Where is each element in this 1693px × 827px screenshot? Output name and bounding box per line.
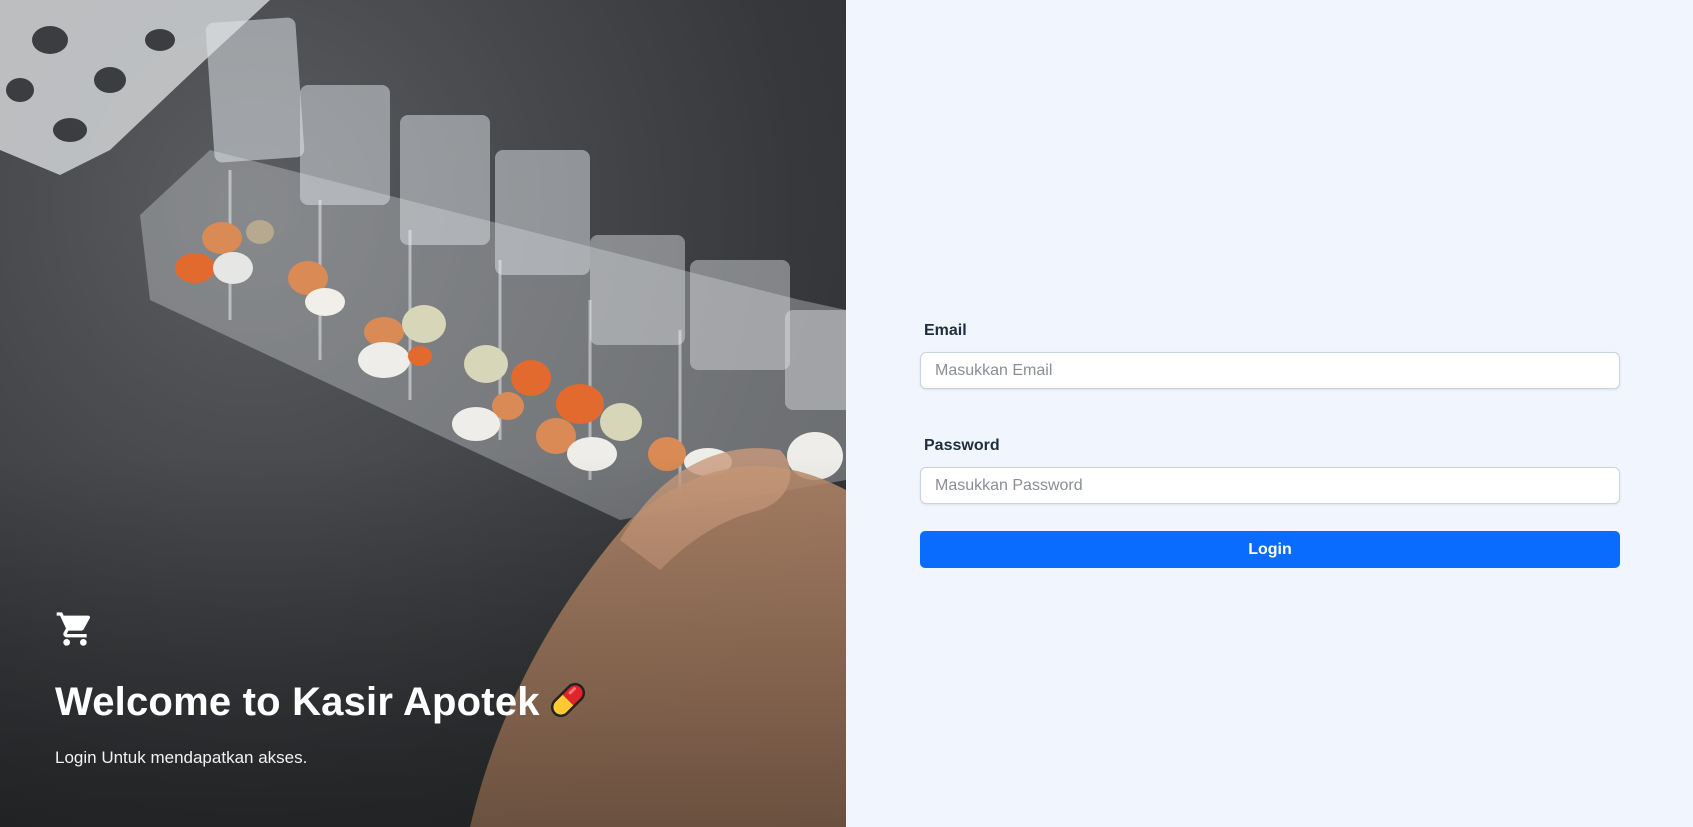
hero-panel: Welcome to Kasir Apotek Login Untuk mend… <box>0 0 846 827</box>
password-label: Password <box>924 437 1000 454</box>
login-form: Email Password Login <box>920 320 1620 568</box>
password-field[interactable] <box>920 467 1620 504</box>
welcome-title: Welcome to Kasir Apotek <box>55 680 592 728</box>
login-button[interactable]: Login <box>920 531 1620 568</box>
field-spacer <box>920 389 1620 435</box>
welcome-title-text: Welcome to Kasir Apotek <box>55 680 540 724</box>
shopping-cart-icon <box>56 612 91 646</box>
pill-icon <box>550 683 585 718</box>
email-field[interactable] <box>920 352 1620 389</box>
email-label: Email <box>924 322 967 339</box>
welcome-subtitle: Login Untuk mendapatkan akses. <box>55 748 308 767</box>
